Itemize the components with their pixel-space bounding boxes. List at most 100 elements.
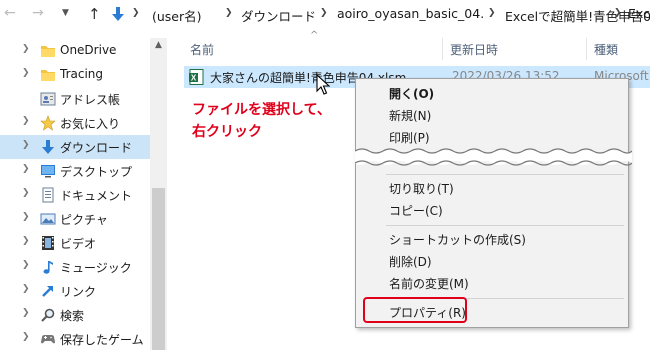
search-icon <box>41 308 55 322</box>
sidebar-item-tracing[interactable]: ❯ Tracing <box>0 63 150 87</box>
menu-item-delete[interactable]: 削除(D) <box>356 250 628 272</box>
recent-locations-chevron-icon[interactable]: ▼ <box>62 8 69 18</box>
sidebar-item-label: ピクチャ <box>60 213 108 227</box>
context-menu: 開く(O) 新規(N) 印刷(P) 切り取り(T) コピー(C) ショートカット… <box>355 78 629 328</box>
menu-item-print[interactable]: 印刷(P) <box>356 126 628 148</box>
menu-item-label: コピー(C) <box>389 204 443 218</box>
column-divider[interactable] <box>586 38 587 60</box>
breadcrumb-downloads[interactable]: ダウンロード <box>241 6 316 25</box>
excel-file-icon: X <box>189 69 204 85</box>
sidebar-item-searches[interactable]: ❯ 検索 <box>0 303 150 327</box>
folder-icon <box>41 70 55 81</box>
expand-chevron-icon[interactable]: ❯ <box>22 284 30 294</box>
breadcrumb-separator-icon[interactable]: ❯ <box>320 8 328 18</box>
sidebar-item-desktop[interactable]: ❯ デスクトップ <box>0 159 150 183</box>
sidebar-item-favorites[interactable]: ❯ お気に入り <box>0 111 150 135</box>
breadcrumb-truncated[interactable]: Exce <box>628 6 650 21</box>
expand-chevron-icon[interactable]: ❯ <box>22 164 30 174</box>
breadcrumb-user[interactable]: (user名) <box>152 6 202 25</box>
sidebar-item-label: Tracing <box>60 67 104 81</box>
sidebar-item-onedrive[interactable]: ❯ OneDrive <box>0 39 150 63</box>
expand-chevron-icon[interactable]: ❯ <box>22 44 30 54</box>
download-arrow-icon <box>42 140 54 154</box>
address-bar: ← → ▼ ↑ ❯ (user名) ❯ ダウンロード ❯ aoiro_oyasa… <box>0 0 650 30</box>
menu-item-copy[interactable]: コピー(C) <box>356 199 628 221</box>
expand-chevron-icon[interactable]: ❯ <box>22 140 30 150</box>
sidebar-item-pictures[interactable]: ❯ ピクチャ <box>0 207 150 231</box>
sidebar-item-videos[interactable]: ❯ ビデオ <box>0 231 150 255</box>
sidebar-item-downloads[interactable]: ❯ ダウンロード <box>0 135 150 159</box>
column-header-date[interactable]: 更新日時 <box>450 41 498 58</box>
star-icon <box>40 115 56 131</box>
link-icon <box>42 286 53 297</box>
scroll-up-arrow-icon[interactable]: ▲ <box>155 40 162 50</box>
omitted-items-wave-divider <box>355 148 632 166</box>
menu-item-label: 新規(N) <box>389 109 432 123</box>
menu-item-create-shortcut[interactable]: ショートカットの作成(S) <box>356 228 628 250</box>
expand-chevron-icon[interactable]: ❯ <box>22 260 30 270</box>
up-arrow-icon[interactable]: ↑ <box>88 5 101 23</box>
menu-item-label: 切り取り(T) <box>389 182 454 196</box>
column-header-name[interactable]: 名前 <box>190 41 214 58</box>
sidebar-item-label: 検索 <box>60 309 85 323</box>
breadcrumb-separator-icon[interactable]: ❯ <box>614 8 622 18</box>
folder-icon <box>41 46 55 57</box>
expand-chevron-icon[interactable]: ❯ <box>22 236 30 246</box>
video-icon <box>42 236 54 250</box>
sort-ascending-icon: ^ <box>310 30 319 41</box>
sidebar-item-label: 保存したゲーム <box>60 333 144 347</box>
sidebar-item-label: OneDrive <box>60 43 117 57</box>
menu-separator <box>386 174 624 175</box>
sidebar-item-music[interactable]: ❯ ミュージック <box>0 255 150 279</box>
breadcrumb-separator-icon[interactable]: ❯ <box>225 8 233 18</box>
download-arrow-icon <box>112 7 124 21</box>
desktop-icon <box>41 165 55 178</box>
menu-item-open[interactable]: 開く(O) <box>356 82 628 104</box>
expand-chevron-icon[interactable]: ❯ <box>22 188 30 198</box>
column-header-type[interactable]: 種類 <box>594 41 618 58</box>
menu-item-label: 開く(O) <box>389 87 435 101</box>
menu-separator <box>386 225 624 226</box>
menu-item-cut[interactable]: 切り取り(T) <box>356 177 628 199</box>
instruction-annotation: ファイルを選択して、 右クリック <box>192 99 331 143</box>
expand-chevron-icon[interactable]: ❯ <box>22 212 30 222</box>
expand-chevron-icon[interactable]: ❯ <box>22 116 30 126</box>
breadcrumb-folder[interactable]: aoiro_oyasan_basic_04. <box>337 6 484 21</box>
breadcrumb-separator-icon[interactable]: ❯ <box>488 8 496 18</box>
sidebar-item-label: リンク <box>60 285 97 299</box>
breadcrumb-separator-icon[interactable]: ❯ <box>132 8 140 18</box>
sidebar-item-label: ビデオ <box>60 237 97 251</box>
sidebar-item-label: アドレス帳 <box>60 93 121 107</box>
navigation-pane: ❯ OneDrive ❯ Tracing アドレス帳 ❯ お気に入り ❯ ダウン… <box>0 30 150 350</box>
back-arrow-icon[interactable]: ← <box>4 5 16 21</box>
pictures-icon <box>40 213 56 225</box>
menu-item-new[interactable]: 新規(N) <box>356 104 628 126</box>
menu-item-label: 印刷(P) <box>389 131 430 145</box>
sidebar-scrollbar[interactable]: ▲ <box>150 38 167 350</box>
annotation-line-1: ファイルを選択して、 <box>192 102 331 118</box>
mouse-cursor-icon <box>316 74 331 95</box>
sidebar-item-label: ドキュメント <box>60 189 133 203</box>
properties-highlight-box <box>363 297 467 323</box>
menu-item-label: ショートカットの作成(S) <box>389 233 526 247</box>
sidebar-item-label: ダウンロード <box>60 141 133 155</box>
menu-item-rename[interactable]: 名前の変更(M) <box>356 272 628 294</box>
expand-chevron-icon[interactable]: ❯ <box>22 68 30 78</box>
sidebar-item-saved-games[interactable]: ❯ 保存したゲーム <box>0 327 150 351</box>
sidebar-item-links[interactable]: ❯ リンク <box>0 279 150 303</box>
expand-chevron-icon[interactable]: ❯ <box>22 332 30 342</box>
expand-chevron-icon[interactable]: ❯ <box>22 308 30 318</box>
sidebar-item-address-book[interactable]: アドレス帳 <box>0 87 150 111</box>
svg-text:X: X <box>191 74 197 83</box>
column-divider[interactable] <box>442 38 443 60</box>
sidebar-item-label: デスクトップ <box>60 165 133 179</box>
forward-arrow-icon[interactable]: → <box>32 5 44 21</box>
menu-item-label: 削除(D) <box>389 255 432 269</box>
sidebar-item-documents[interactable]: ❯ ドキュメント <box>0 183 150 207</box>
sidebar-item-label: お気に入り <box>60 117 121 131</box>
sidebar-item-label: ミュージック <box>60 261 132 275</box>
scrollbar-thumb[interactable] <box>152 188 165 350</box>
music-icon <box>43 261 53 274</box>
annotation-line-2: 右クリック <box>192 124 262 140</box>
menu-item-label: 名前の変更(M) <box>389 277 469 291</box>
